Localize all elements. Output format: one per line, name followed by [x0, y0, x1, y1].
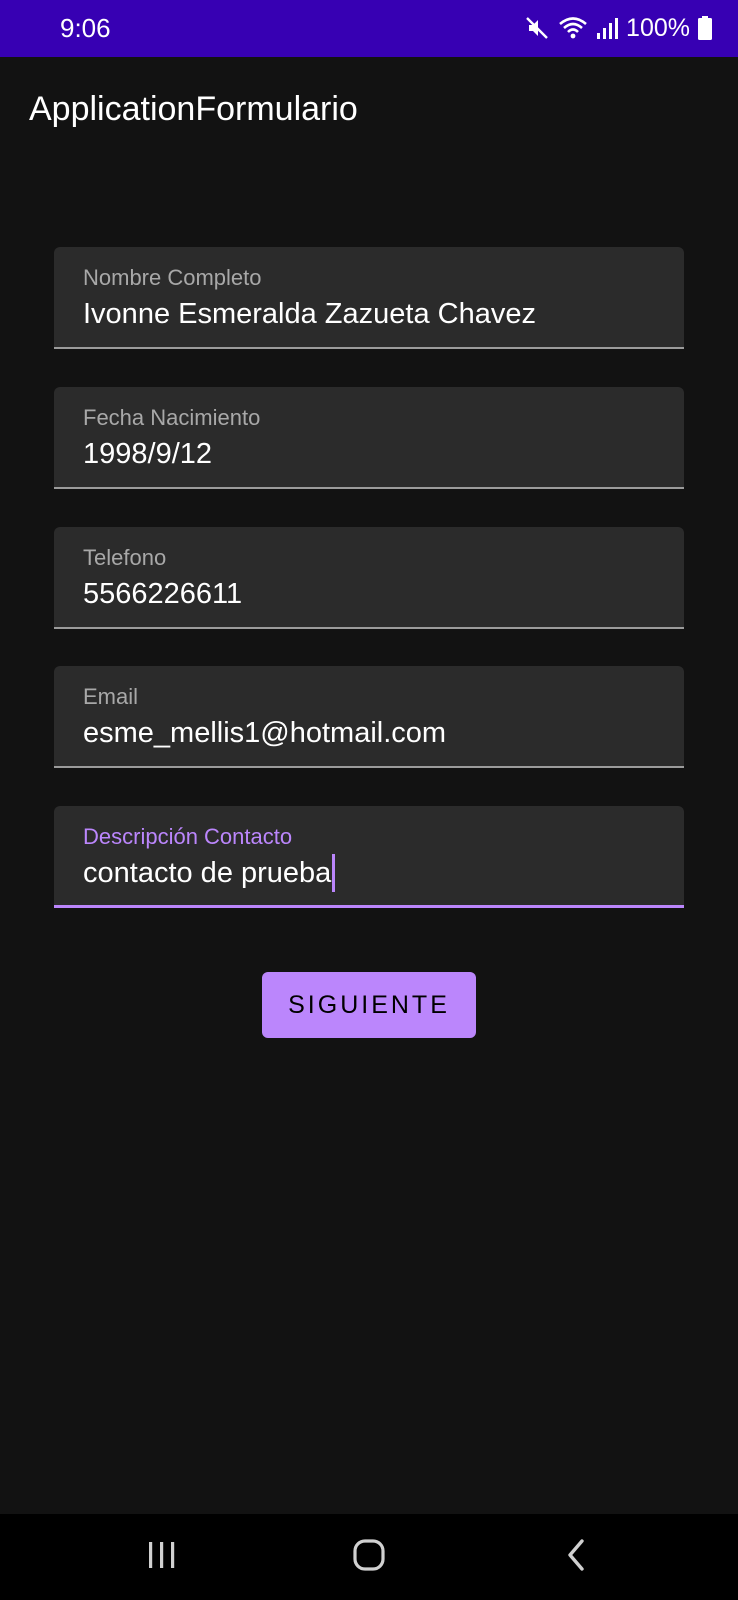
field-value[interactable]: Ivonne Esmeralda Zazueta Chavez [83, 295, 536, 333]
back-icon [564, 1538, 588, 1577]
descripcion-contacto-field[interactable]: Descripción Contacto contacto de prueba [54, 806, 684, 908]
recent-apps-icon [145, 1540, 179, 1575]
battery-icon [698, 15, 712, 41]
app-bar: ApplicationFormulario [0, 57, 738, 169]
field-value-wrapper[interactable]: contacto de prueba [83, 854, 336, 892]
siguiente-button[interactable]: SIGUIENTE [262, 972, 476, 1038]
screen: 9:06 100% ApplicationFormulario Nombre C… [0, 0, 738, 1600]
battery-percent: 100% [626, 14, 690, 42]
field-value[interactable]: esme_mellis1@hotmail.com [83, 714, 446, 752]
recent-apps-button[interactable] [102, 1514, 222, 1600]
home-button[interactable] [309, 1514, 429, 1600]
telefono-field[interactable]: Telefono 5566226611 [54, 527, 684, 629]
field-label: Descripción Contacto [83, 824, 293, 849]
navigation-bar [0, 1514, 738, 1600]
signal-icon [596, 15, 619, 41]
fecha-nacimiento-field[interactable]: Fecha Nacimiento 1998/9/12 [54, 387, 684, 489]
field-label: Nombre Completo [83, 265, 262, 290]
status-icons: 100% [524, 12, 712, 44]
field-value[interactable]: 5566226611 [83, 575, 242, 613]
home-icon [352, 1538, 386, 1577]
field-label: Telefono [83, 545, 167, 570]
app-title: ApplicationFormulario [29, 90, 358, 128]
field-label: Email [83, 684, 139, 709]
field-label: Fecha Nacimiento [83, 405, 261, 430]
status-time: 9:06 [60, 13, 111, 43]
nombre-completo-field[interactable]: Nombre Completo Ivonne Esmeralda Zazueta… [54, 247, 684, 349]
field-value[interactable]: 1998/9/12 [83, 435, 212, 473]
back-button[interactable] [516, 1514, 636, 1600]
status-bar: 9:06 100% [0, 0, 738, 57]
email-field[interactable]: Email esme_mellis1@hotmail.com [54, 666, 684, 768]
text-cursor [332, 854, 336, 892]
mute-icon [524, 15, 550, 41]
field-value[interactable]: contacto de prueba [83, 857, 331, 889]
wifi-icon [558, 15, 588, 41]
